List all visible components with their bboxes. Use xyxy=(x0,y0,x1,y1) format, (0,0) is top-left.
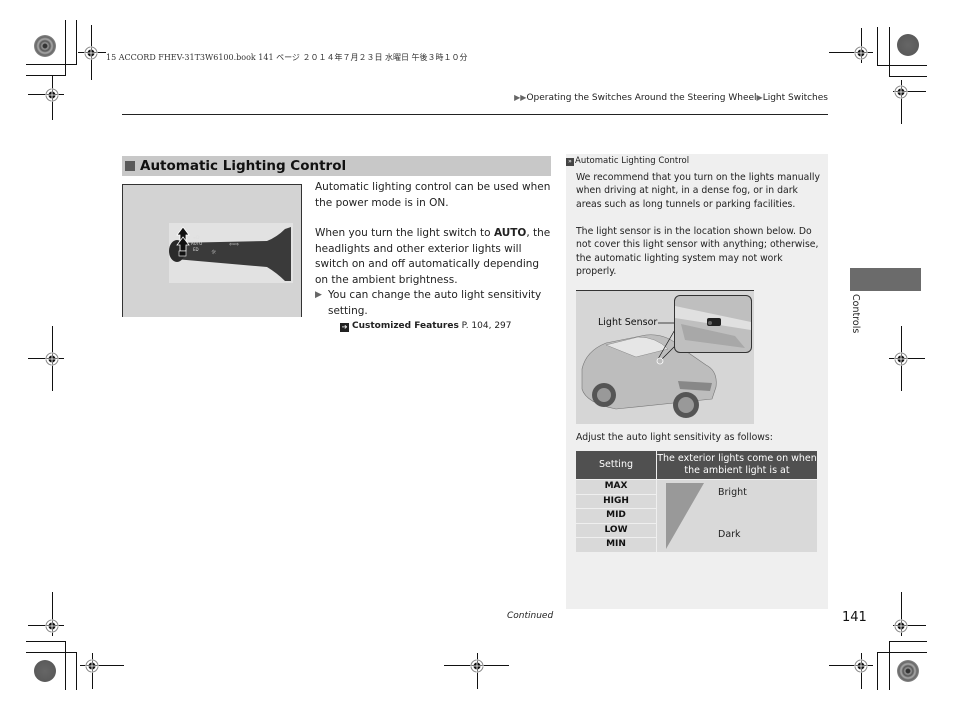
setting-cell: LOW xyxy=(576,523,656,537)
registration-rosette-icon xyxy=(897,34,919,56)
svg-text:≡D: ≡D xyxy=(193,235,199,240)
breadcrumb-item[interactable]: Light Switches xyxy=(763,93,828,103)
setting-cell: MID xyxy=(576,509,656,523)
continued-label: Continued xyxy=(507,611,554,621)
settings-column: MAX HIGH MID LOW MIN xyxy=(576,480,656,553)
double-chevron-icon: » xyxy=(566,158,574,166)
registration-target-icon xyxy=(45,87,59,102)
crop-mark xyxy=(65,641,66,690)
registration-target-icon xyxy=(45,618,59,633)
crop-mark xyxy=(889,641,890,690)
note: ▶ You can change the auto light sensitiv… xyxy=(315,289,542,317)
registration-target-icon xyxy=(894,351,908,366)
cross-reference-icon: ➔ xyxy=(340,323,349,332)
crop-mark xyxy=(877,652,927,653)
crop-mark xyxy=(76,20,77,65)
section-header: Automatic Lighting Control xyxy=(122,156,551,176)
setting-cell: MAX xyxy=(576,480,656,494)
table-header-cell: Setting xyxy=(576,451,656,479)
light-switch-lever-illustration: ≡D AUTO ED ⇦⇨ ☼ xyxy=(169,226,291,281)
crop-mark xyxy=(26,652,77,653)
registration-target-icon xyxy=(894,618,908,633)
dark-label: Dark xyxy=(718,529,741,540)
setting-cell: MIN xyxy=(576,538,656,552)
registration-target-icon xyxy=(894,84,908,99)
registration-rosette-icon xyxy=(34,660,56,682)
ambient-light-cell: Bright Dark xyxy=(657,480,817,552)
crop-mark xyxy=(26,75,66,76)
table-intro: Adjust the auto light sensitivity as fol… xyxy=(576,432,773,443)
light-switch-lever-figure: ≡D AUTO ED ⇦⇨ ☼ xyxy=(122,184,302,317)
registration-target-icon xyxy=(45,351,59,366)
side-paragraph: The light sensor is in the location show… xyxy=(576,226,819,277)
sensor-closeup-inset xyxy=(674,295,752,353)
section-square-icon xyxy=(125,161,135,171)
crop-mark xyxy=(877,652,878,690)
side-paragraph: We recommend that you turn on the lights… xyxy=(576,172,821,210)
paragraph: When you turn the light switch to AUTO, … xyxy=(315,227,551,286)
paragraph: Automatic lighting control can be used w… xyxy=(315,181,551,209)
light-sensor-label: Light Sensor xyxy=(598,317,658,328)
registration-target-icon xyxy=(854,658,868,673)
crop-mark xyxy=(877,65,927,66)
crop-mark xyxy=(889,27,890,76)
main-body-text: Automatic lighting control can be used w… xyxy=(315,180,551,335)
side-panel-title: » Automatic Lighting Control xyxy=(566,156,689,166)
table-header-cell: The exterior lights come on when the amb… xyxy=(657,451,817,479)
svg-text:⇦⇨: ⇦⇨ xyxy=(229,241,239,248)
chapter-tab-label: Controls xyxy=(850,294,861,334)
svg-text:ED: ED xyxy=(193,247,199,252)
bright-label: Bright xyxy=(718,487,747,498)
svg-text:☼: ☼ xyxy=(211,249,217,256)
crop-mark xyxy=(889,641,927,642)
light-sensor-figure: Light Sensor xyxy=(576,290,754,424)
table-body: MAX HIGH MID LOW MIN Bright Dark xyxy=(576,480,817,553)
registration-target-icon xyxy=(84,45,98,60)
header-divider xyxy=(122,114,828,115)
crop-mark xyxy=(65,20,66,75)
note-triangle-icon: ▶ xyxy=(315,290,322,300)
crop-mark xyxy=(877,27,878,65)
breadcrumb: ▶▶Operating the Switches Around the Stee… xyxy=(514,93,828,103)
section-title: Automatic Lighting Control xyxy=(140,158,347,174)
registration-rosette-icon xyxy=(34,35,56,57)
chapter-thumb-tab[interactable] xyxy=(850,268,921,291)
brightness-gradient-wedge xyxy=(666,483,704,549)
cross-reference-link[interactable]: ➔ Customized Features P. 104, 297 xyxy=(340,319,551,335)
crop-mark xyxy=(26,641,66,642)
sensitivity-table: Setting The exterior lights come on when… xyxy=(576,451,817,553)
registration-target-icon xyxy=(470,658,484,673)
setting-cell: HIGH xyxy=(576,494,656,508)
registration-target-icon xyxy=(85,658,99,673)
double-arrow-icon: ▶▶ xyxy=(514,93,527,102)
print-header: 15 ACCORD FHEV-31T3W6100.book 141 ページ ２０… xyxy=(106,53,468,62)
crop-mark xyxy=(76,652,77,690)
breadcrumb-item[interactable]: Operating the Switches Around the Steeri… xyxy=(526,93,756,103)
crop-mark xyxy=(889,76,927,77)
svg-text:AUTO: AUTO xyxy=(191,241,202,246)
registration-rosette-icon xyxy=(897,660,919,682)
table-header-row: Setting The exterior lights come on when… xyxy=(576,451,817,479)
registration-target-icon xyxy=(854,45,868,60)
crop-mark xyxy=(26,64,77,65)
page-number: 141 xyxy=(842,610,867,625)
